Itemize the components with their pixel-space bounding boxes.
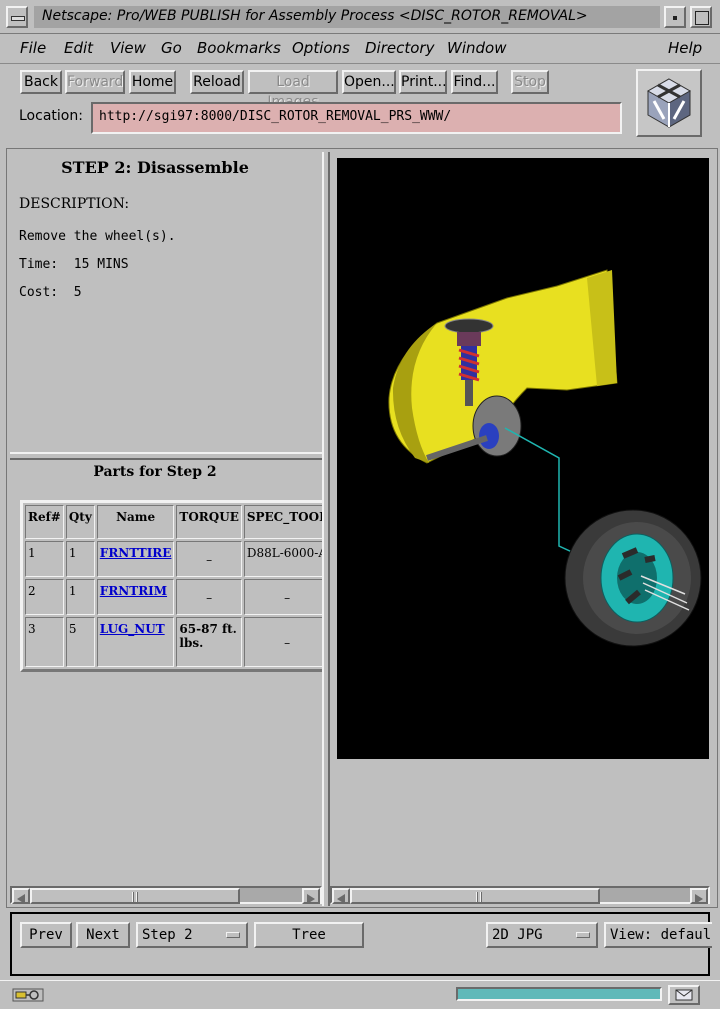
part-link[interactable]: FRNTRIM (100, 584, 167, 598)
menu-view[interactable]: View (110, 39, 146, 57)
menu-file[interactable]: File (20, 39, 46, 57)
window-menu-button[interactable] (6, 6, 28, 28)
cell-ref: 2 (25, 579, 64, 615)
suspension-assembly-icon (388, 269, 702, 647)
step-select-value: Step 2 (142, 927, 193, 943)
cell-torque: 65-87 ft. lbs. (176, 617, 242, 667)
title-bar: Netscape: Pro/WEB PUBLISH for Assembly P… (0, 0, 720, 34)
scroll-left-arrow-icon[interactable] (332, 888, 350, 904)
col-name: Name (96, 505, 175, 539)
prev-button[interactable]: Prev (20, 922, 72, 948)
next-button[interactable]: Next (76, 922, 130, 948)
step-select[interactable]: Step 2 (136, 922, 248, 948)
cell-qty: 5 (65, 617, 95, 667)
cell-ref: 3 (25, 617, 64, 667)
menu-directory[interactable]: Directory (365, 39, 434, 57)
netscape-logo-button[interactable] (636, 69, 702, 137)
cell-torque: – (176, 579, 242, 615)
menu-options[interactable]: Options (292, 39, 350, 57)
security-key-icon[interactable] (12, 987, 44, 1002)
col-spec-tool: SPEC_TOOL (243, 505, 322, 539)
cell-spec-tool: D88L-6000-A (243, 541, 322, 577)
scroll-right-arrow-icon[interactable] (690, 888, 708, 904)
menu-edit[interactable]: Edit (64, 39, 93, 57)
cell-qty: 1 (65, 541, 95, 577)
table-row: 2 1 FRNTRIM – – (25, 579, 322, 615)
home-button[interactable]: Home (129, 70, 176, 94)
location-input[interactable]: http://sgi97:8000/DISC_ROTOR_REMOVAL_PRS… (91, 102, 622, 134)
table-row: 1 1 FRNTTIRE – D88L-6000-A (25, 541, 322, 577)
load-images-button[interactable]: Load Images (248, 70, 338, 110)
scroll-right-arrow-icon[interactable] (302, 888, 320, 904)
parts-table: Ref# Qty Name TORQUE SPEC_TOOL 1 1 FRNTT… (20, 500, 322, 672)
open-button[interactable]: Open... (342, 70, 396, 94)
assembly-image (337, 158, 709, 759)
view-select[interactable]: View: default (604, 922, 712, 948)
status-bar (0, 980, 720, 1009)
format-select[interactable]: 2D JPG (486, 922, 598, 948)
cell-qty: 1 (65, 579, 95, 615)
tree-button[interactable]: Tree (254, 922, 364, 948)
progress-bar (456, 987, 662, 1001)
minimize-button[interactable] (664, 6, 686, 28)
cell-ref: 1 (25, 541, 64, 577)
menu-bookmarks[interactable]: Bookmarks (197, 39, 281, 57)
stop-button[interactable]: Stop (511, 70, 549, 94)
print-button[interactable]: Print... (399, 70, 447, 94)
maximize-button[interactable] (690, 6, 712, 28)
cell-torque: – (176, 541, 242, 577)
right-frame (330, 152, 716, 906)
dropdown-indicator-icon (576, 932, 590, 938)
back-button[interactable]: Back (20, 70, 62, 94)
find-button[interactable]: Find... (451, 70, 498, 94)
cell-name: LUG_NUT (96, 617, 175, 667)
cell-spec-tool: – (243, 579, 322, 615)
reload-button[interactable]: Reload (190, 70, 244, 94)
menu-window[interactable]: Window (447, 39, 506, 57)
table-header-row: Ref# Qty Name TORQUE SPEC_TOOL (25, 505, 322, 539)
format-select-value: 2D JPG (492, 927, 543, 943)
col-torque: TORQUE (176, 505, 242, 539)
menu-bar: File Edit View Go Bookmarks Options Dire… (0, 34, 720, 64)
dropdown-indicator-icon (226, 932, 240, 938)
part-link[interactable]: FRNTTIRE (100, 546, 172, 560)
scroll-thumb[interactable] (350, 888, 600, 904)
cell-name: FRNTRIM (96, 579, 175, 615)
menu-help[interactable]: Help (668, 39, 702, 57)
cell-name: FRNTTIRE (96, 541, 175, 577)
left-horizontal-scrollbar[interactable] (10, 886, 322, 904)
right-horizontal-scrollbar[interactable] (330, 886, 710, 904)
vertical-frame-divider[interactable] (322, 152, 330, 906)
view-select-value: View: default (610, 927, 712, 943)
part-link[interactable]: LUG_NUT (100, 622, 165, 636)
forward-button[interactable]: Forward (65, 70, 125, 94)
cube-logo-icon (646, 78, 692, 128)
window-title: Netscape: Pro/WEB PUBLISH for Assembly P… (34, 6, 660, 28)
left-frame: STEP 2: Disassemble DESCRIPTION: Remove … (8, 152, 326, 906)
scroll-thumb[interactable] (30, 888, 240, 904)
parts-table-viewport: Ref# Qty Name TORQUE SPEC_TOOL 1 1 FRNTT… (8, 152, 322, 906)
col-ref: Ref# (25, 505, 64, 539)
scroll-left-arrow-icon[interactable] (12, 888, 30, 904)
cell-spec-tool: – (243, 617, 322, 667)
table-row: 3 5 LUG_NUT 65-87 ft. lbs. – (25, 617, 322, 667)
menu-go[interactable]: Go (161, 39, 182, 57)
col-qty: Qty (65, 505, 95, 539)
step-control-bar: Prev Next Step 2 Tree 2D JPG View: defau… (10, 912, 712, 976)
location-label: Location: (19, 108, 83, 124)
mail-icon[interactable] (668, 985, 700, 1005)
